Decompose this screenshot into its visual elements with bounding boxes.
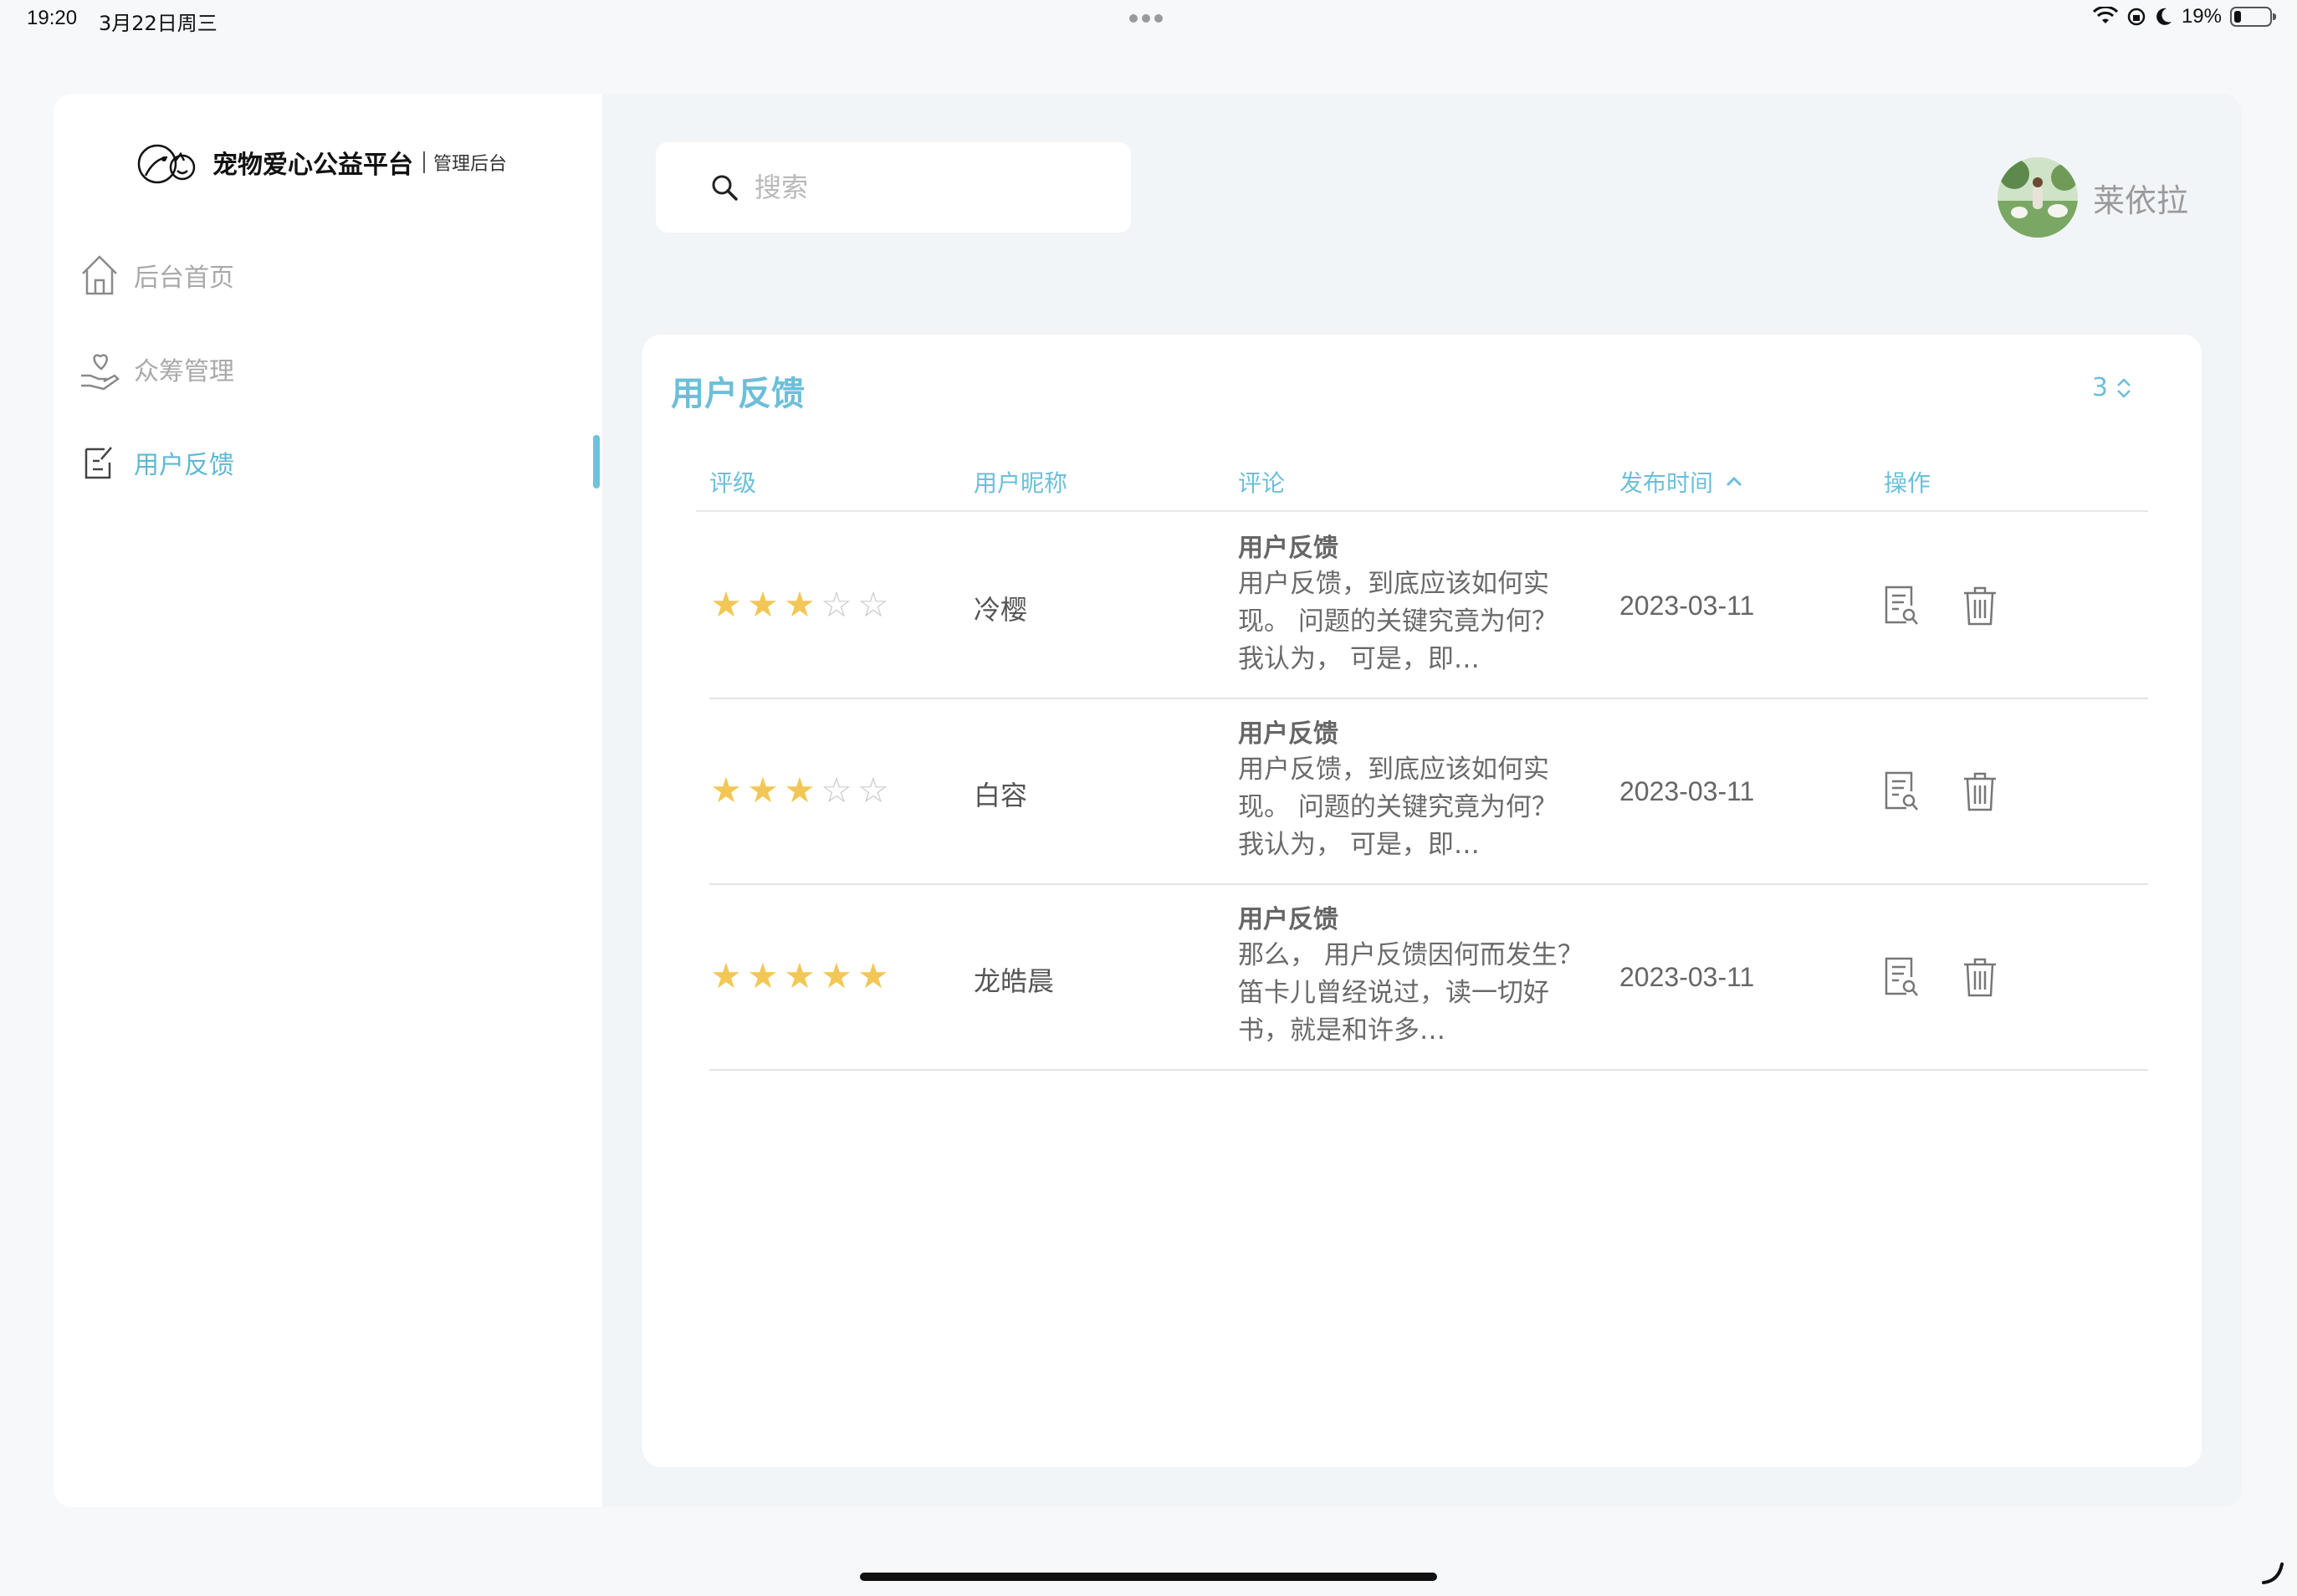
star-rating: ★ ★ ★ ★ ★ bbox=[709, 959, 890, 994]
status-bar: 19:20 3月22日周三 19% bbox=[0, 0, 2297, 40]
publish-date: 2023-03-11 bbox=[1619, 962, 1755, 992]
wifi-icon bbox=[2092, 7, 2118, 23]
star-filled-icon: ★ bbox=[857, 955, 889, 996]
star-filled-icon: ★ bbox=[747, 955, 779, 996]
moon-icon bbox=[2156, 8, 2172, 25]
comment-body: 用户反馈，到底应该如何实现。 问题的关键究竟为何？ 我认为， 可是，即… bbox=[1238, 569, 1558, 674]
brand-subtitle: 管理后台 bbox=[433, 154, 508, 175]
table-row: ★ ★ ★ ☆ ☆ 白容 用户反馈 用户反馈，到底应该如何实现。 问题的关键究竟为何？ … bbox=[709, 699, 2148, 885]
header-publish-time-label: 发布时间 bbox=[1619, 469, 1714, 497]
avatar[interactable] bbox=[1997, 157, 2078, 238]
trash-icon bbox=[1964, 772, 1996, 811]
sidebar-item-label: 用户反馈 bbox=[134, 451, 234, 480]
comment-title: 用户反馈 bbox=[1238, 534, 1338, 563]
delete-button[interactable] bbox=[1959, 954, 2001, 1000]
comment-title: 用户反馈 bbox=[1238, 905, 1338, 934]
brand-divider bbox=[423, 151, 425, 173]
sort-ascending-icon[interactable] bbox=[1725, 476, 1743, 488]
comment-body: 用户反馈，到底应该如何实现。 问题的关键究竟为何？ 我认为， 可是，即… bbox=[1238, 755, 1558, 860]
header-comment[interactable]: 评论 bbox=[1238, 465, 1285, 499]
delete-button[interactable] bbox=[1959, 582, 2001, 629]
star-empty-icon: ☆ bbox=[857, 584, 889, 625]
card-title: 用户反馈 bbox=[671, 375, 805, 413]
heart-hand-icon bbox=[79, 346, 120, 391]
header-publish-time[interactable]: 发布时间 bbox=[1619, 465, 1743, 499]
sidebar-item-label: 众筹管理 bbox=[134, 357, 234, 386]
view-doc-icon bbox=[1885, 771, 1918, 811]
pet-logo-icon bbox=[137, 144, 196, 184]
battery-percent: 19% bbox=[2181, 5, 2222, 28]
table-header: 评级 用户昵称 评论 发布时间 操作 bbox=[696, 448, 2148, 512]
table-row: ★ ★ ★ ★ ★ 龙皓晨 用户反馈 那么， 用户反馈因何而发生？ 笛卡儿曾经说过，读一… bbox=[709, 885, 2148, 1071]
star-empty-icon: ☆ bbox=[821, 770, 852, 811]
header-actions: 操作 bbox=[1884, 469, 1931, 497]
user-name: 莱依拉 bbox=[2092, 182, 2188, 219]
comment-title: 用户反馈 bbox=[1238, 719, 1338, 749]
star-empty-icon: ☆ bbox=[821, 584, 852, 625]
star-filled-icon: ★ bbox=[747, 584, 779, 625]
trash-icon bbox=[1964, 586, 1996, 626]
header-rating[interactable]: 评级 bbox=[709, 465, 756, 499]
star-filled-icon: ★ bbox=[784, 584, 816, 625]
publish-date: 2023-03-11 bbox=[1619, 776, 1755, 806]
table-row: ★ ★ ★ ☆ ☆ 冷樱 用户反馈 用户反馈，到底应该如何实现。 问题的关键究竟为何？ … bbox=[709, 514, 2148, 699]
feedback-doc-icon bbox=[79, 440, 120, 485]
view-button[interactable] bbox=[1880, 582, 1922, 629]
comment: 用户反馈 那么， 用户反馈因何而发生？ 笛卡儿曾经说过，读一切好书，就是和许多… bbox=[1238, 903, 1589, 1050]
star-filled-icon: ★ bbox=[784, 770, 816, 811]
comment-body: 那么， 用户反馈因何而发生？ 笛卡儿曾经说过，读一切好书，就是和许多… bbox=[1238, 940, 1583, 1046]
star-filled-icon: ★ bbox=[710, 955, 742, 996]
feedback-card: 用户反馈 3 评级 用户昵称 评论 发布时间 操作 ★ ★ ★ ☆ ☆ 冷樱 用户反馈 … bbox=[642, 335, 2202, 1467]
app-window: 宠物爱心公益平台 管理后台 后台首页 众筹管理 用户反馈 搜索 莱依拉 用户反馈… bbox=[54, 94, 2242, 1507]
sidebar: 宠物爱心公益平台 管理后台 后台首页 众筹管理 用户反馈 bbox=[54, 94, 602, 1507]
brand-name: 宠物爱心公益平台 bbox=[212, 151, 413, 180]
view-button[interactable] bbox=[1880, 768, 1922, 815]
star-filled-icon: ★ bbox=[784, 955, 816, 996]
home-indicator[interactable] bbox=[860, 1573, 1437, 1581]
star-rating: ★ ★ ★ ☆ ☆ bbox=[709, 773, 890, 808]
user-nickname: 白容 bbox=[974, 780, 1028, 811]
home-icon bbox=[79, 253, 120, 298]
star-filled-icon: ★ bbox=[821, 955, 852, 996]
view-doc-icon bbox=[1885, 586, 1918, 625]
header-nickname[interactable]: 用户昵称 bbox=[974, 465, 1067, 499]
page-size-selector[interactable]: 3 bbox=[2092, 373, 2133, 402]
brand: 宠物爱心公益平台 管理后台 bbox=[134, 136, 507, 189]
status-time: 19:20 bbox=[27, 7, 78, 29]
chevron-updown-icon bbox=[2117, 377, 2131, 398]
publish-date: 2023-03-11 bbox=[1619, 591, 1755, 621]
star-filled-icon: ★ bbox=[710, 770, 742, 811]
star-rating: ★ ★ ★ ☆ ☆ bbox=[709, 587, 890, 622]
star-empty-icon: ☆ bbox=[857, 770, 889, 811]
status-right: 19% bbox=[2092, 5, 2276, 28]
view-doc-icon bbox=[1885, 957, 1918, 996]
page-size-value: 3 bbox=[2091, 373, 2108, 402]
user-profile[interactable]: 莱依拉 bbox=[1997, 157, 2188, 238]
view-button[interactable] bbox=[1880, 954, 1922, 1000]
sidebar-item-home[interactable]: 后台首页 bbox=[79, 246, 581, 304]
user-nickname: 冷樱 bbox=[974, 594, 1028, 626]
search-input[interactable] bbox=[755, 171, 1106, 203]
user-nickname: 龙皓晨 bbox=[974, 965, 1055, 997]
search-icon bbox=[712, 175, 738, 201]
multitask-dots[interactable] bbox=[1129, 14, 1163, 23]
star-filled-icon: ★ bbox=[747, 770, 779, 811]
search-bar[interactable] bbox=[656, 142, 1131, 233]
active-indicator bbox=[593, 435, 600, 489]
status-date: 3月22日周三 bbox=[99, 12, 217, 35]
sidebar-item-feedback[interactable]: 用户反馈 bbox=[79, 433, 581, 492]
resize-handle-icon[interactable] bbox=[2260, 1561, 2285, 1586]
delete-button[interactable] bbox=[1959, 768, 2001, 815]
sidebar-item-crowdfunding[interactable]: 众筹管理 bbox=[79, 340, 581, 398]
comment: 用户反馈 用户反馈，到底应该如何实现。 问题的关键究竟为何？ 我认为， 可是，即… bbox=[1238, 718, 1589, 864]
orientation-lock-icon bbox=[2127, 8, 2146, 26]
comment: 用户反馈 用户反馈，到底应该如何实现。 问题的关键究竟为何？ 我认为， 可是，即… bbox=[1238, 532, 1589, 678]
battery-icon bbox=[2230, 7, 2276, 27]
sidebar-item-label: 后台首页 bbox=[134, 263, 234, 293]
star-filled-icon: ★ bbox=[710, 584, 742, 625]
trash-icon bbox=[1964, 958, 1996, 997]
